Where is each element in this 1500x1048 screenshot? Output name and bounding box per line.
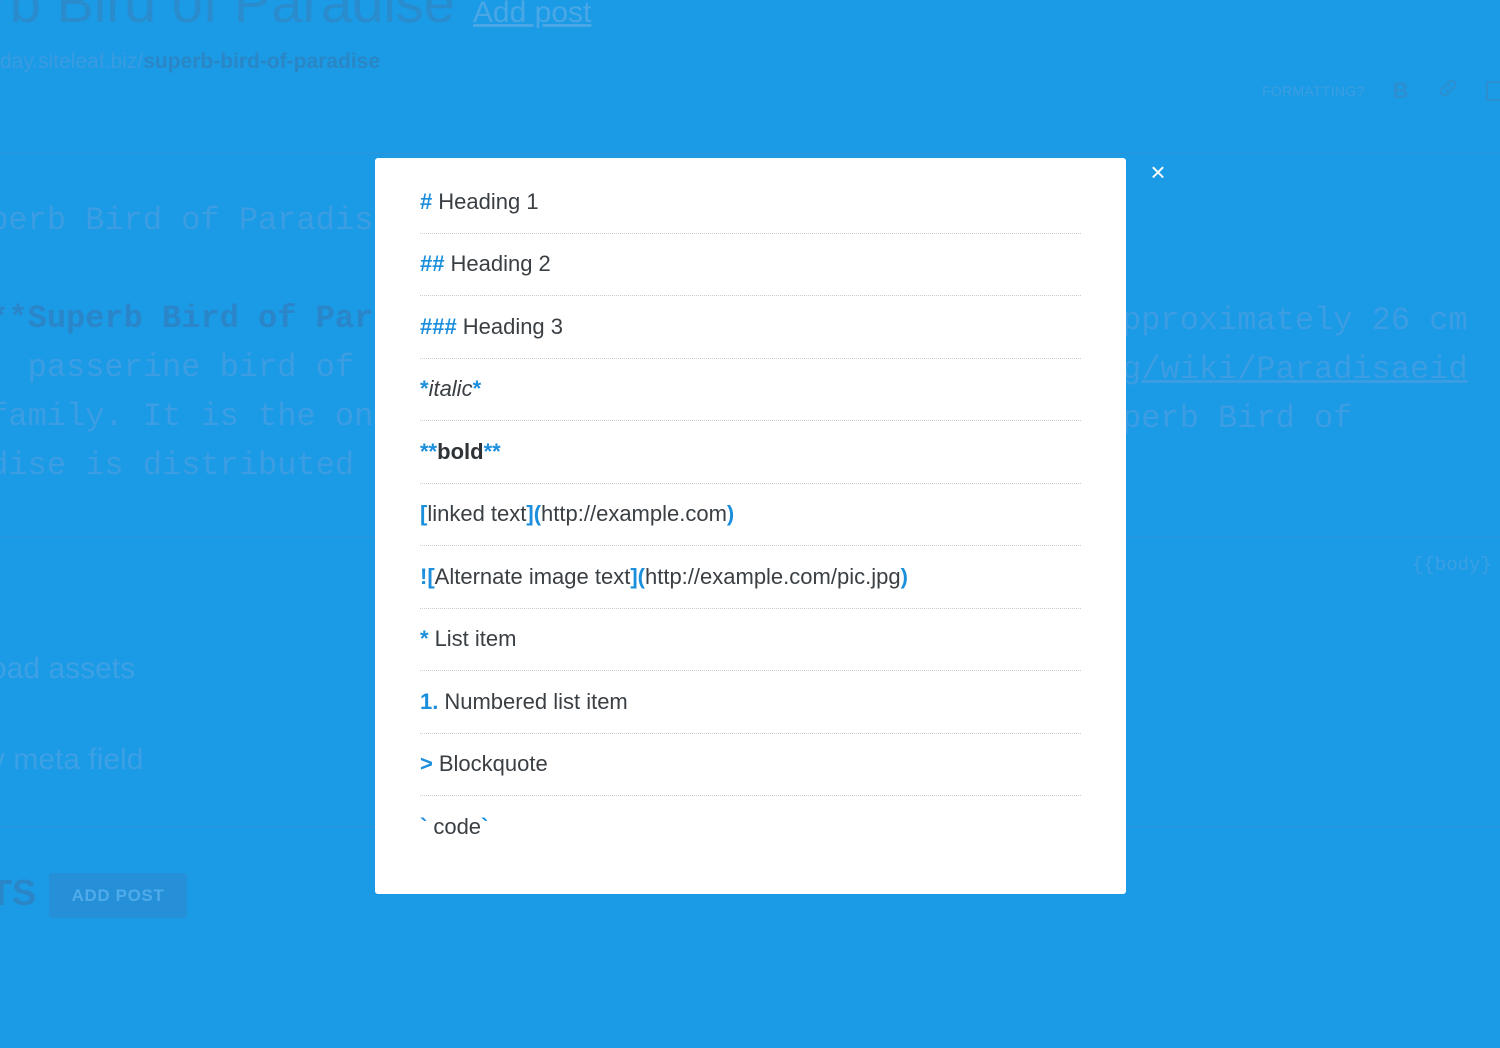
formatting-help-link[interactable]: FORMATTING?	[1262, 83, 1365, 99]
url-slug[interactable]: superb-bird-of-paradise	[143, 50, 380, 73]
post-title: erb Bird of Paradise Add post	[0, 0, 591, 35]
link-icon[interactable]	[1436, 76, 1460, 106]
row-image: ![Alternate image text](http://example.c…	[420, 546, 1081, 609]
row-label: italic	[428, 376, 473, 402]
markdown-mark: #	[420, 188, 433, 214]
markdown-mark: *	[420, 376, 429, 402]
row-label: Numbered list item	[444, 688, 628, 714]
post-title-text: erb Bird of Paradise	[0, 0, 455, 34]
editor-line: g, passerine bird of	[0, 349, 355, 386]
add-post-link[interactable]: Add post	[473, 0, 591, 29]
row-label: bold	[437, 438, 484, 464]
row-heading-3: ### Heading 3	[420, 296, 1081, 359]
editor-text-right: pproximately 26 cm g/wiki/Paradisaeid pe…	[1122, 296, 1468, 443]
markdown-mark: `	[420, 813, 428, 839]
markdown-mark: ![	[420, 563, 435, 589]
row-label: code	[433, 813, 482, 839]
markdown-mark: ](	[630, 563, 645, 589]
divider	[0, 153, 1500, 154]
close-icon[interactable]: ×	[1146, 159, 1170, 185]
markdown-mark: 1.	[420, 688, 439, 714]
formatting-toolbar: FORMATTING? B	[1262, 76, 1500, 106]
markdown-mark: `	[481, 813, 489, 839]
markdown-mark: ](	[526, 501, 542, 527]
formatting-help-modal: # Heading 1 ## Heading 2 ### Heading 3 * ita…	[375, 158, 1126, 894]
add-post-button[interactable]: ADD POST	[49, 873, 187, 918]
markdown-mark: **	[483, 438, 501, 464]
editor-text[interactable]: uperb Bird of Paradis **Superb Bird of P…	[0, 196, 373, 490]
editor-line: perb Bird of	[1122, 400, 1353, 437]
posts-section-title: TS	[0, 872, 37, 913]
row-label: Heading 2	[450, 251, 551, 277]
editor-line: uperb Bird of Paradis	[0, 202, 374, 239]
row-url: http://example.com	[541, 501, 727, 527]
upload-assets-link[interactable]: oad assets	[0, 652, 135, 686]
url-prefix: day.siteleaf.biz/	[0, 50, 144, 73]
row-label: Blockquote	[438, 751, 548, 777]
editor-line-strong: **Superb Bird of Par	[0, 300, 374, 337]
row-blockquote: > Blockquote	[420, 734, 1081, 796]
body-template-tag: {{body}	[1412, 554, 1492, 576]
markdown-mark: >	[420, 751, 433, 777]
editor-line: adise is distributed	[0, 447, 374, 484]
row-bold: ** bold **	[420, 421, 1081, 484]
row-label: Heading 1	[438, 188, 539, 214]
row-label: linked text	[427, 501, 527, 527]
markdown-mark: ##	[420, 251, 445, 277]
markdown-mark: **	[420, 438, 438, 464]
row-heading-1: # Heading 1	[420, 171, 1081, 234]
editor-line: family. It is the on	[0, 398, 374, 435]
editor-line-link: g/wiki/Paradisaeid	[1122, 351, 1468, 388]
editor-line: pproximately 26 cm	[1122, 302, 1468, 339]
row-label: List item	[434, 626, 517, 652]
row-label: Alternate image text	[434, 563, 631, 589]
markdown-mark: ###	[420, 313, 457, 339]
row-list-item: * List item	[420, 609, 1081, 671]
markdown-mark: [	[420, 501, 428, 527]
row-code: ` code `	[420, 796, 1081, 858]
row-heading-2: ## Heading 2	[420, 234, 1081, 296]
markdown-mark: *	[420, 626, 429, 652]
new-meta-field-link[interactable]: v meta field	[0, 743, 143, 777]
row-url: http://example.com/pic.jpg	[644, 563, 901, 589]
row-link: [linked text](http://example.com)	[420, 484, 1081, 546]
markdown-mark: *	[472, 376, 482, 402]
markdown-mark: )	[900, 563, 908, 589]
post-url: day.siteleaf.biz/superb-bird-of-paradise	[0, 50, 380, 74]
row-label: Heading 3	[462, 313, 564, 339]
image-icon[interactable]	[1486, 81, 1500, 101]
markdown-mark: )	[726, 501, 735, 527]
bold-icon[interactable]: B	[1393, 78, 1409, 104]
row-numbered-list-item: 1. Numbered list item	[420, 671, 1081, 734]
row-italic: * italic *	[420, 359, 1081, 421]
